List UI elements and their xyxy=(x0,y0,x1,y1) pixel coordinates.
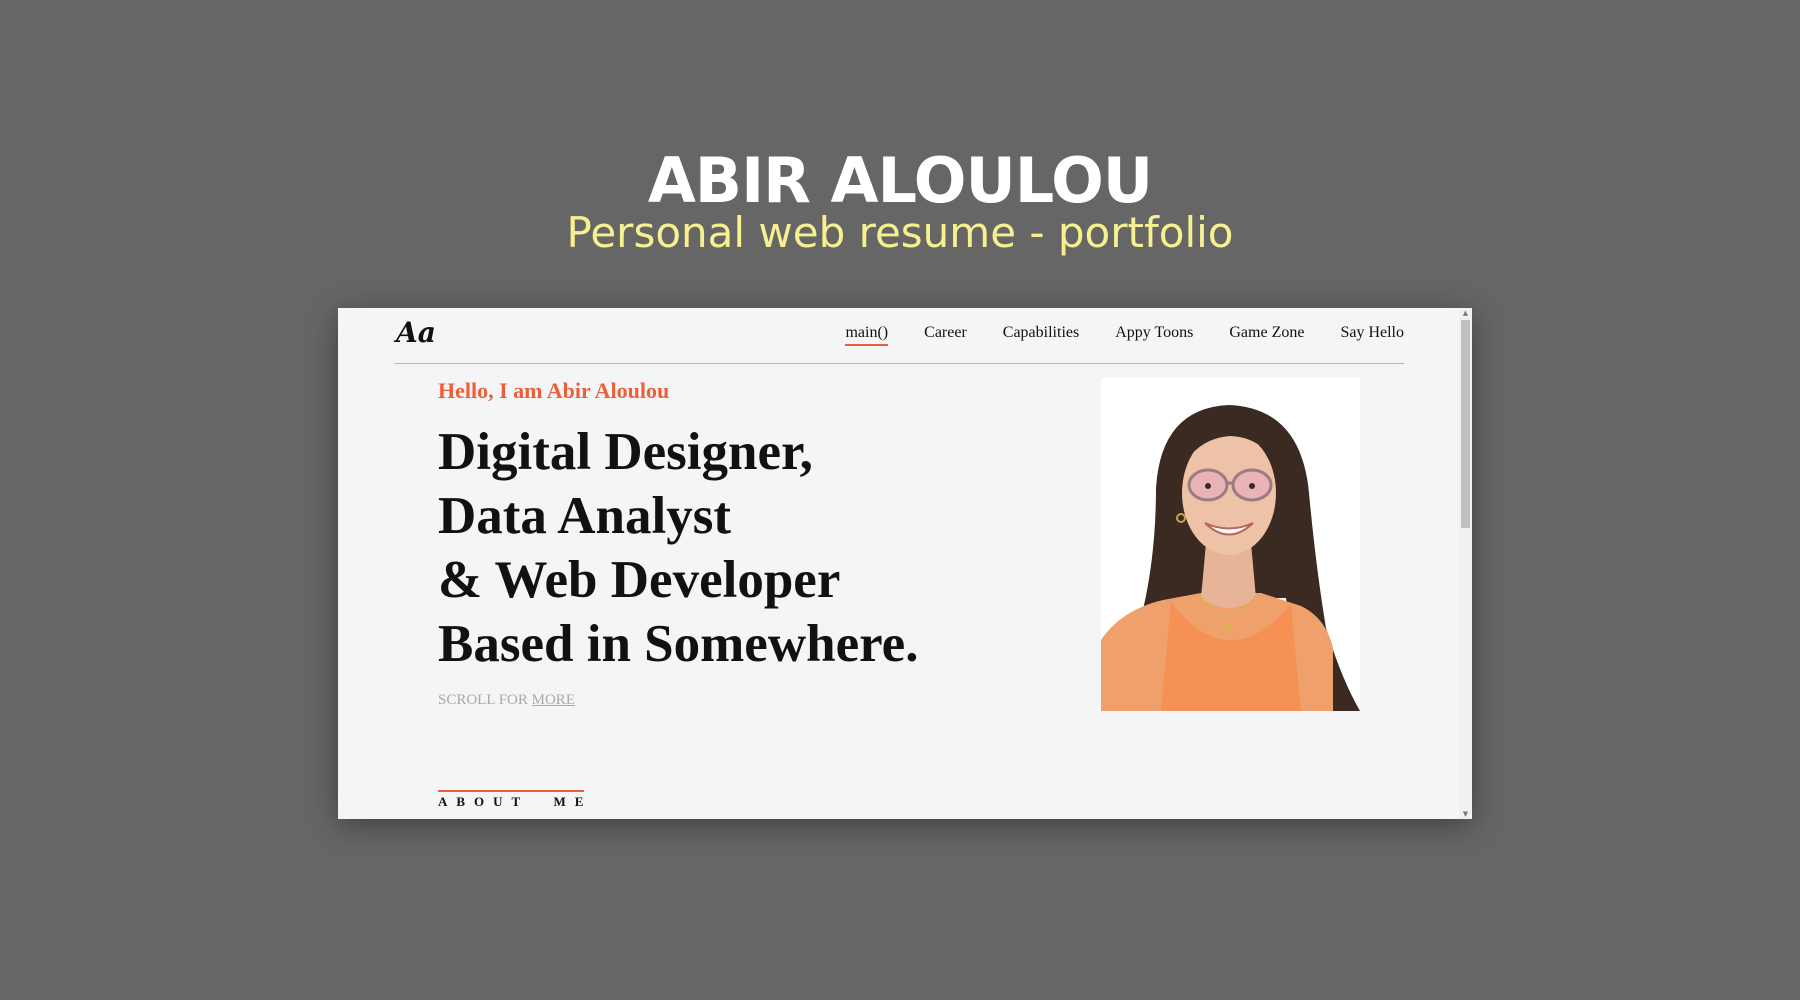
nav-item-game-zone[interactable]: Game Zone xyxy=(1229,324,1304,346)
site-logo[interactable]: Aa xyxy=(396,316,436,349)
browser-window: Aa main() Career Capabilities Appy Toons… xyxy=(338,308,1472,819)
headline: Digital Designer, Data Analyst & Web Dev… xyxy=(438,420,918,676)
headline-line: & Web Developer xyxy=(438,551,841,609)
nav-item-career[interactable]: Career xyxy=(924,324,967,346)
site-navbar: Aa main() Career Capabilities Appy Toons… xyxy=(394,308,1404,364)
hero-subtitle: Personal web resume - portfolio xyxy=(566,208,1234,257)
nav-item-main[interactable]: main() xyxy=(845,324,889,346)
nav-item-appy-toons[interactable]: Appy Toons xyxy=(1115,324,1193,346)
headline-line: Digital Designer, xyxy=(438,423,813,481)
headline-line: Data Analyst xyxy=(438,487,732,545)
scroll-more-link[interactable]: MORE xyxy=(532,692,575,708)
nav-item-say-hello[interactable]: Say Hello xyxy=(1340,324,1404,346)
vertical-scrollbar[interactable]: ▲ ▼ xyxy=(1459,308,1472,819)
hero-title: ABIR ALOULOU xyxy=(647,144,1153,217)
headline-line: Based in Somewhere. xyxy=(438,615,919,673)
scroll-hint-prefix: SCROLL FOR xyxy=(438,692,532,708)
scroll-down-arrow-icon[interactable]: ▼ xyxy=(1459,809,1472,819)
greeting-text: Hello, I am Abir Aloulou xyxy=(438,378,670,403)
nav-item-capabilities[interactable]: Capabilities xyxy=(1003,324,1079,346)
about-me-heading: ABOUT ME xyxy=(438,790,584,810)
scroll-hint: SCROLL FOR MORE xyxy=(438,692,575,709)
nav-menu: main() Career Capabilities Appy Toons Ga… xyxy=(845,324,1404,346)
profile-photo xyxy=(1101,378,1360,711)
scrollbar-thumb[interactable] xyxy=(1461,320,1470,528)
portrait-image xyxy=(1101,378,1360,711)
scroll-up-arrow-icon[interactable]: ▲ xyxy=(1459,308,1472,318)
